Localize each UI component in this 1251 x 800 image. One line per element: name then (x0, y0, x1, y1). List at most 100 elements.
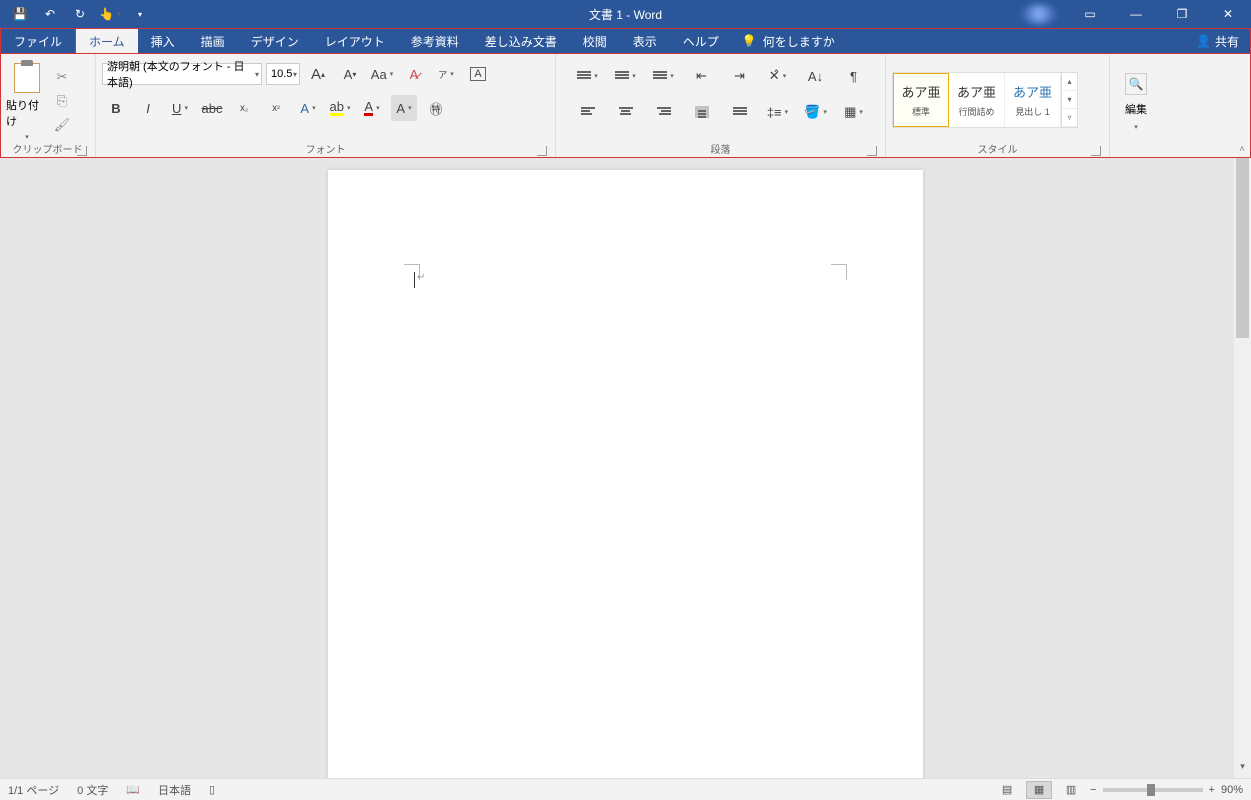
paragraph-launcher[interactable] (867, 146, 877, 156)
styles-launcher[interactable] (1091, 146, 1101, 156)
borders-icon[interactable]: ▦ (841, 99, 867, 125)
ribbon-display-icon[interactable]: ▭ (1067, 0, 1113, 28)
multilevel-list-icon[interactable] (651, 63, 677, 89)
increase-indent-icon[interactable]: ⇥ (727, 63, 753, 89)
status-bar: 1/1 ページ 0 文字 📖 日本語 ▯ ▤ ▦ ▥ − + 90% (0, 778, 1251, 800)
redo-icon[interactable]: ↻ (66, 0, 94, 28)
touch-mode-icon[interactable]: 👆 (96, 0, 124, 28)
bullets-icon[interactable] (575, 63, 601, 89)
style-no-spacing[interactable]: あア亜 行間詰め (949, 73, 1005, 127)
align-left-icon[interactable] (575, 99, 601, 125)
sort-icon[interactable]: A↓ (803, 63, 829, 89)
document-page[interactable] (328, 170, 923, 778)
scroll-down-icon[interactable]: ▾ (1234, 761, 1251, 778)
shading-icon[interactable]: 🪣 (803, 99, 829, 125)
show-marks-icon[interactable]: ¶ (841, 63, 867, 89)
group-label-font: フォント (306, 145, 346, 156)
scrollbar-thumb[interactable] (1236, 158, 1249, 338)
tab-view[interactable]: 表示 (620, 29, 670, 53)
tab-layout[interactable]: レイアウト (312, 29, 398, 53)
maximize-icon[interactable]: ❐ (1159, 0, 1205, 28)
editing-label[interactable]: 編集 (1125, 101, 1147, 117)
tab-design[interactable]: デザイン (238, 29, 312, 53)
zoom-slider-thumb[interactable] (1147, 784, 1155, 796)
line-spacing-icon[interactable]: ‡≡ (765, 99, 791, 125)
align-center-icon[interactable] (613, 99, 639, 125)
status-spellcheck-icon[interactable]: 📖 (126, 783, 140, 796)
qat-customize-icon[interactable]: ▾ (126, 0, 154, 28)
view-print-icon[interactable]: ▦ (1026, 781, 1052, 799)
undo-icon[interactable]: ↶ (36, 0, 64, 28)
share-button[interactable]: 👤 共有 (1184, 29, 1251, 53)
save-icon[interactable]: 💾 (6, 0, 34, 28)
tab-review[interactable]: 校閲 (570, 29, 620, 53)
zoom-out-icon[interactable]: − (1090, 784, 1096, 796)
highlight-color-icon[interactable]: ab (327, 95, 353, 121)
format-painter-icon[interactable]: 🖌 (52, 117, 72, 135)
numbering-icon[interactable] (613, 63, 639, 89)
underline-button[interactable]: U (167, 95, 193, 121)
text-cursor (414, 272, 415, 288)
view-web-icon[interactable]: ▥ (1058, 781, 1084, 799)
cut-icon[interactable]: ✂ (52, 69, 72, 87)
paste-button[interactable]: 貼り付け ▾ (6, 58, 48, 141)
group-styles: あア亜 標準 あア亜 行間詰め あア亜 見出し 1 ▴▾▿ スタイル (886, 54, 1110, 157)
group-label-paragraph: 段落 (711, 145, 731, 156)
enclose-character-icon[interactable]: ㊕ (423, 95, 449, 121)
tab-home[interactable]: ホーム (76, 29, 138, 53)
asian-layout-icon[interactable]: ✕̂ (765, 63, 791, 89)
align-right-icon[interactable] (651, 99, 677, 125)
minimize-icon[interactable]: — (1113, 0, 1159, 28)
enclose-characters-icon[interactable]: A (465, 61, 491, 87)
zoom-slider[interactable] (1103, 788, 1203, 792)
share-icon: 👤 (1196, 34, 1211, 48)
italic-button[interactable]: I (135, 95, 161, 121)
find-icon[interactable]: 🔍 (1125, 73, 1147, 95)
font-launcher[interactable] (537, 146, 547, 156)
window-title: 文書 1 - Word (589, 6, 662, 23)
collapse-ribbon-icon[interactable]: ˄ (1239, 144, 1245, 155)
tab-insert[interactable]: 挿入 (138, 29, 188, 53)
status-word-count[interactable]: 0 文字 (77, 782, 108, 798)
clear-formatting-icon[interactable]: A̷ (401, 61, 427, 87)
tab-mailings[interactable]: 差し込み文書 (472, 29, 570, 53)
character-shading-icon[interactable]: A (391, 95, 417, 121)
vertical-scrollbar[interactable]: ▾ (1234, 158, 1251, 778)
shrink-font-icon[interactable]: A▾ (337, 61, 363, 87)
superscript-button[interactable]: x (263, 95, 289, 121)
phonetic-guide-icon[interactable]: ア (433, 61, 459, 87)
style-heading1[interactable]: あア亜 見出し 1 (1005, 73, 1061, 127)
strikethrough-button[interactable]: abc (199, 95, 225, 121)
distributed-icon[interactable] (727, 99, 753, 125)
tab-help[interactable]: ヘルプ (670, 29, 732, 53)
styles-more[interactable]: ▴▾▿ (1061, 73, 1077, 127)
styles-gallery: あア亜 標準 あア亜 行間詰め あア亜 見出し 1 ▴▾▿ (892, 72, 1078, 128)
status-macro-icon[interactable]: ▯ (209, 783, 215, 796)
tab-draw[interactable]: 描画 (188, 29, 238, 53)
zoom-in-icon[interactable]: + (1209, 784, 1215, 796)
tab-file[interactable]: ファイル (0, 29, 76, 53)
clipboard-launcher[interactable] (77, 146, 87, 156)
style-normal[interactable]: あア亜 標準 (893, 73, 949, 127)
tell-me[interactable]: 💡 何をしますか (732, 29, 845, 53)
account-avatar[interactable] (1021, 4, 1057, 24)
bold-button[interactable]: B (103, 95, 129, 121)
status-language[interactable]: 日本語 (158, 782, 191, 798)
zoom-level[interactable]: 90% (1221, 784, 1243, 796)
text-effects-icon[interactable]: A (295, 95, 321, 121)
change-case-icon[interactable]: Aa (369, 61, 395, 87)
copy-icon[interactable]: ⎘ (52, 93, 72, 111)
close-icon[interactable]: ✕ (1205, 0, 1251, 28)
grow-font-icon[interactable]: A▴ (305, 61, 331, 87)
subscript-button[interactable]: x (231, 95, 257, 121)
font-color-icon[interactable]: A (359, 95, 385, 121)
tab-references[interactable]: 参考資料 (398, 29, 472, 53)
align-justify-icon[interactable] (689, 99, 715, 125)
font-size-combo[interactable]: 10.5 (266, 63, 300, 85)
view-read-icon[interactable]: ▤ (994, 781, 1020, 799)
status-page[interactable]: 1/1 ページ (8, 782, 59, 798)
decrease-indent-icon[interactable]: ⇤ (689, 63, 715, 89)
font-name-combo[interactable]: 游明朝 (本文のフォント - 日本語) (102, 63, 262, 85)
group-label-clipboard: クリップボード (13, 145, 83, 156)
document-area: ▾ (0, 158, 1251, 778)
